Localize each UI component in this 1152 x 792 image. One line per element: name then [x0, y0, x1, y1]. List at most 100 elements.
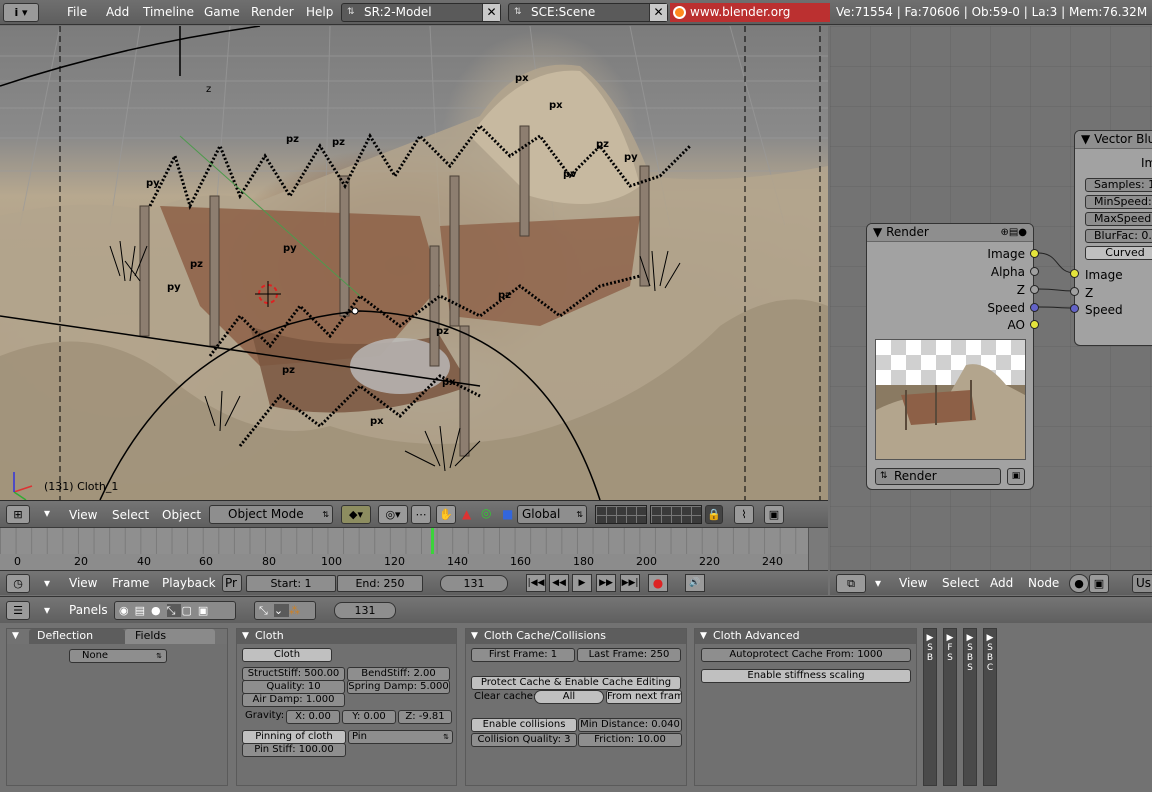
first-frame-field[interactable]: First Frame: 1: [471, 648, 575, 662]
menu-playback[interactable]: Playback: [162, 576, 216, 590]
menu-view[interactable]: View: [899, 576, 927, 590]
composite-nodes-icon[interactable]: ▣: [1089, 574, 1109, 593]
last-frame-field[interactable]: Last Frame: 250: [577, 648, 681, 662]
menu-node[interactable]: Node: [1028, 576, 1059, 590]
vb-z-socket[interactable]: [1070, 287, 1079, 296]
shading-icon[interactable]: ●: [151, 604, 167, 617]
menu-select[interactable]: Select: [112, 508, 149, 522]
node-window-icon[interactable]: ⧉: [836, 574, 866, 593]
physics-icon[interactable]: ⌄: [273, 604, 290, 617]
screen-selector[interactable]: ⇅ SR:2-Model ✕: [341, 3, 501, 22]
scale-manipulator-icon[interactable]: ■: [502, 507, 513, 521]
collapse-triangle-icon[interactable]: ▼: [1081, 132, 1090, 146]
gravity-z-field[interactable]: Z: -9.81: [398, 710, 452, 724]
info-window-type-button[interactable]: i ▾: [3, 3, 39, 22]
menu-file[interactable]: File: [67, 5, 87, 19]
audio-icon[interactable]: 🔊: [685, 574, 705, 592]
menu-timeline[interactable]: Timeline: [143, 5, 194, 19]
close-screen-icon[interactable]: ✕: [482, 4, 500, 21]
spring-damp-field[interactable]: Spring Damp: 5.000: [347, 680, 450, 694]
lock-icon[interactable]: 🔒: [705, 505, 723, 524]
samples-field[interactable]: Samples: 1: [1085, 178, 1152, 192]
buttons-window-icon[interactable]: ☰: [6, 601, 30, 620]
script-icon[interactable]: ▤: [135, 604, 151, 617]
friction-field[interactable]: Friction: 10.00: [578, 733, 682, 747]
collapse-triangle-icon[interactable]: ▼: [700, 629, 707, 643]
clear-all-button[interactable]: All: [534, 690, 604, 704]
jump-end-icon[interactable]: ▶▶|: [620, 574, 640, 592]
ao-socket[interactable]: [1030, 320, 1039, 329]
min-speed-field[interactable]: MinSpeed:: [1085, 195, 1152, 209]
autoprotect-cache-field[interactable]: Autoprotect Cache From: 1000: [701, 648, 911, 662]
min-distance-field[interactable]: Min Distance: 0.040: [578, 718, 682, 732]
node-options-icon[interactable]: ⊕▤●: [1000, 224, 1027, 241]
current-frame-field[interactable]: 131: [440, 575, 508, 592]
collision-quality-field[interactable]: Collision Quality: 3: [471, 733, 577, 747]
menu-frame[interactable]: Frame: [112, 576, 149, 590]
translate-manipulator-icon[interactable]: ▲: [462, 507, 471, 521]
struct-stiff-field[interactable]: StructStiff: 500.00: [242, 667, 345, 681]
blur-factor-field[interactable]: BlurFac: 0.: [1085, 229, 1152, 243]
bend-stiff-field[interactable]: BendStiff: 2.00: [347, 667, 450, 681]
shader-nodes-icon[interactable]: ●: [1069, 574, 1089, 593]
menu-help[interactable]: Help: [306, 5, 333, 19]
header-collapse-icon[interactable]: ▾: [44, 576, 50, 590]
draw-type-icon[interactable]: ◆▾: [341, 505, 371, 524]
current-frame-marker[interactable]: [431, 528, 434, 554]
start-frame-field[interactable]: Start: 1: [246, 575, 336, 592]
vb-speed-socket[interactable]: [1070, 304, 1079, 313]
3d-viewport[interactable]: pz px py pz py pz px pz pv pz py pz px p…: [0, 26, 828, 500]
particles-icon[interactable]: ⁂: [289, 604, 306, 617]
clear-from-next-button[interactable]: From next fram: [606, 690, 682, 704]
menu-add[interactable]: Add: [990, 576, 1013, 590]
render-preview-icon[interactable]: ▣: [764, 505, 784, 524]
menu-add[interactable]: Add: [106, 5, 129, 19]
render-node-header[interactable]: ▼ Render ⊕▤●: [867, 224, 1033, 242]
pin-stiff-field[interactable]: Pin Stiff: 100.00: [242, 743, 346, 757]
enable-collisions-toggle[interactable]: Enable collisions: [471, 718, 577, 732]
fields-tab[interactable]: Fields: [125, 629, 215, 644]
protect-cache-toggle[interactable]: Protect Cache & Enable Cache Editing: [471, 676, 681, 690]
logic-icon[interactable]: ◉: [119, 604, 135, 617]
timeline-track[interactable]: [0, 528, 808, 554]
header-collapse-icon[interactable]: ▾: [44, 603, 50, 617]
air-damp-field[interactable]: Air Damp: 1.000: [242, 693, 345, 707]
render-node[interactable]: ▼ Render ⊕▤● Image Alpha Z Speed AO ⇅ Re…: [866, 223, 1034, 490]
softbody-tab[interactable]: ▶ S B: [923, 628, 937, 786]
context-icons-group[interactable]: ◉▤●⤡▢▣: [114, 601, 236, 620]
buttons-frame-field[interactable]: 131: [334, 602, 396, 619]
layer-buttons-1[interactable]: [595, 505, 647, 524]
object-props-icon[interactable]: ⤡: [259, 604, 274, 617]
menu-view[interactable]: View: [69, 576, 97, 590]
node-editor[interactable]: ▼ Render ⊕▤● Image Alpha Z Speed AO ⇅ Re…: [830, 26, 1152, 570]
layer-buttons-2[interactable]: [650, 505, 702, 524]
alpha-socket[interactable]: [1030, 267, 1039, 276]
next-keyframe-icon[interactable]: ▶▶: [596, 574, 616, 592]
cloth-advanced-panel-header[interactable]: ▼ Cloth Advanced: [695, 629, 916, 644]
gravity-y-field[interactable]: Y: 0.00: [342, 710, 396, 724]
cloth-panel-header[interactable]: ▼ Cloth: [237, 629, 456, 644]
previous-keyframe-icon[interactable]: ◀◀: [549, 574, 569, 592]
softbody-collision-tab[interactable]: ▶ S B C: [983, 628, 997, 786]
fluid-tab[interactable]: ▶ F S: [943, 628, 957, 786]
vector-blur-node-header[interactable]: ▼ Vector Blu: [1075, 131, 1152, 149]
orientation-dropdown[interactable]: Global ⇅: [517, 505, 587, 524]
timeline[interactable]: 0 20 40 60 80 100 120 140 160 180 200 22…: [0, 527, 828, 571]
gravity-x-field[interactable]: X: 0.00: [286, 710, 340, 724]
menu-select[interactable]: Select: [942, 576, 979, 590]
collapse-triangle-icon[interactable]: ▼: [873, 225, 882, 239]
timeline-window-icon[interactable]: ◷: [6, 574, 30, 593]
layer-lock-icon[interactable]: ⋯: [411, 505, 431, 524]
quality-field[interactable]: Quality: 10: [242, 680, 345, 694]
speed-socket[interactable]: [1030, 303, 1039, 312]
timeline-scrollbar[interactable]: [808, 528, 828, 571]
menu-view[interactable]: View: [69, 508, 97, 522]
object-icon[interactable]: ⤡: [166, 604, 182, 617]
z-socket[interactable]: [1030, 285, 1039, 294]
preview-range-button[interactable]: Pr: [222, 574, 242, 592]
subcontext-icons-group[interactable]: ⤡⌄⁂: [254, 601, 316, 620]
deflection-type-dropdown[interactable]: None ⇅: [69, 649, 167, 663]
pivot-icon[interactable]: ◎▾: [378, 505, 408, 524]
softbody-solver-tab[interactable]: ▶ S B S: [963, 628, 977, 786]
pinning-toggle[interactable]: Pinning of cloth: [242, 730, 346, 744]
